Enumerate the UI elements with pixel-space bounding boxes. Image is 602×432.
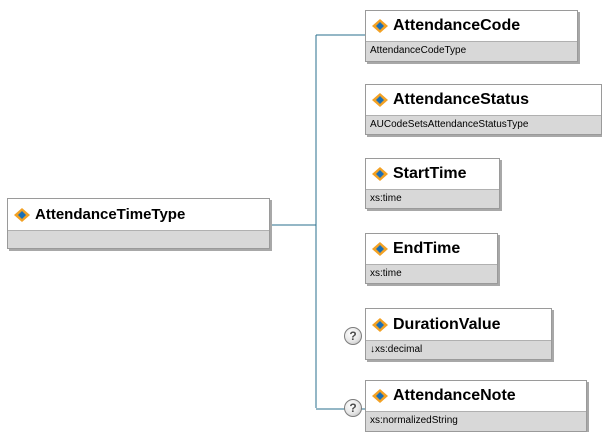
element-type: ↓xs:decimal (366, 340, 551, 359)
element-icon (372, 389, 388, 403)
element-node-start-time[interactable]: StartTime xs:time (365, 158, 500, 209)
element-type: AUCodeSetsAttendanceStatusType (366, 115, 601, 134)
element-name: AttendanceNote (393, 387, 516, 404)
element-name: DurationValue (393, 315, 501, 333)
root-element-name: AttendanceTimeType (35, 206, 186, 223)
optional-indicator: ? (344, 399, 362, 417)
element-name: AttendanceStatus (393, 91, 530, 108)
optional-indicator: ? (344, 327, 362, 345)
root-type-band (8, 230, 269, 248)
element-icon (14, 207, 30, 222)
element-node-attendance-status[interactable]: AttendanceStatus AUCodeSetsAttendanceSta… (365, 84, 602, 135)
element-type: xs:time (366, 189, 499, 208)
element-icon (372, 317, 388, 332)
element-type: xs:normalizedString (366, 411, 586, 431)
element-name: AttendanceCode (393, 17, 521, 34)
element-icon (372, 93, 388, 107)
element-icon (372, 167, 388, 181)
root-node[interactable]: AttendanceTimeType (7, 198, 270, 249)
element-node-attendance-note[interactable]: AttendanceNote xs:normalizedString (365, 380, 587, 432)
element-node-end-time[interactable]: EndTime xs:time (365, 233, 498, 284)
element-icon (372, 242, 388, 256)
element-node-attendance-code[interactable]: AttendanceCode AttendanceCodeType (365, 10, 578, 62)
element-name: StartTime (393, 165, 467, 182)
element-node-duration-value[interactable]: DurationValue ↓xs:decimal (365, 308, 552, 360)
element-name: EndTime (393, 240, 461, 257)
element-type: AttendanceCodeType (366, 41, 577, 61)
element-type: xs:time (366, 264, 497, 283)
element-icon (372, 19, 388, 33)
